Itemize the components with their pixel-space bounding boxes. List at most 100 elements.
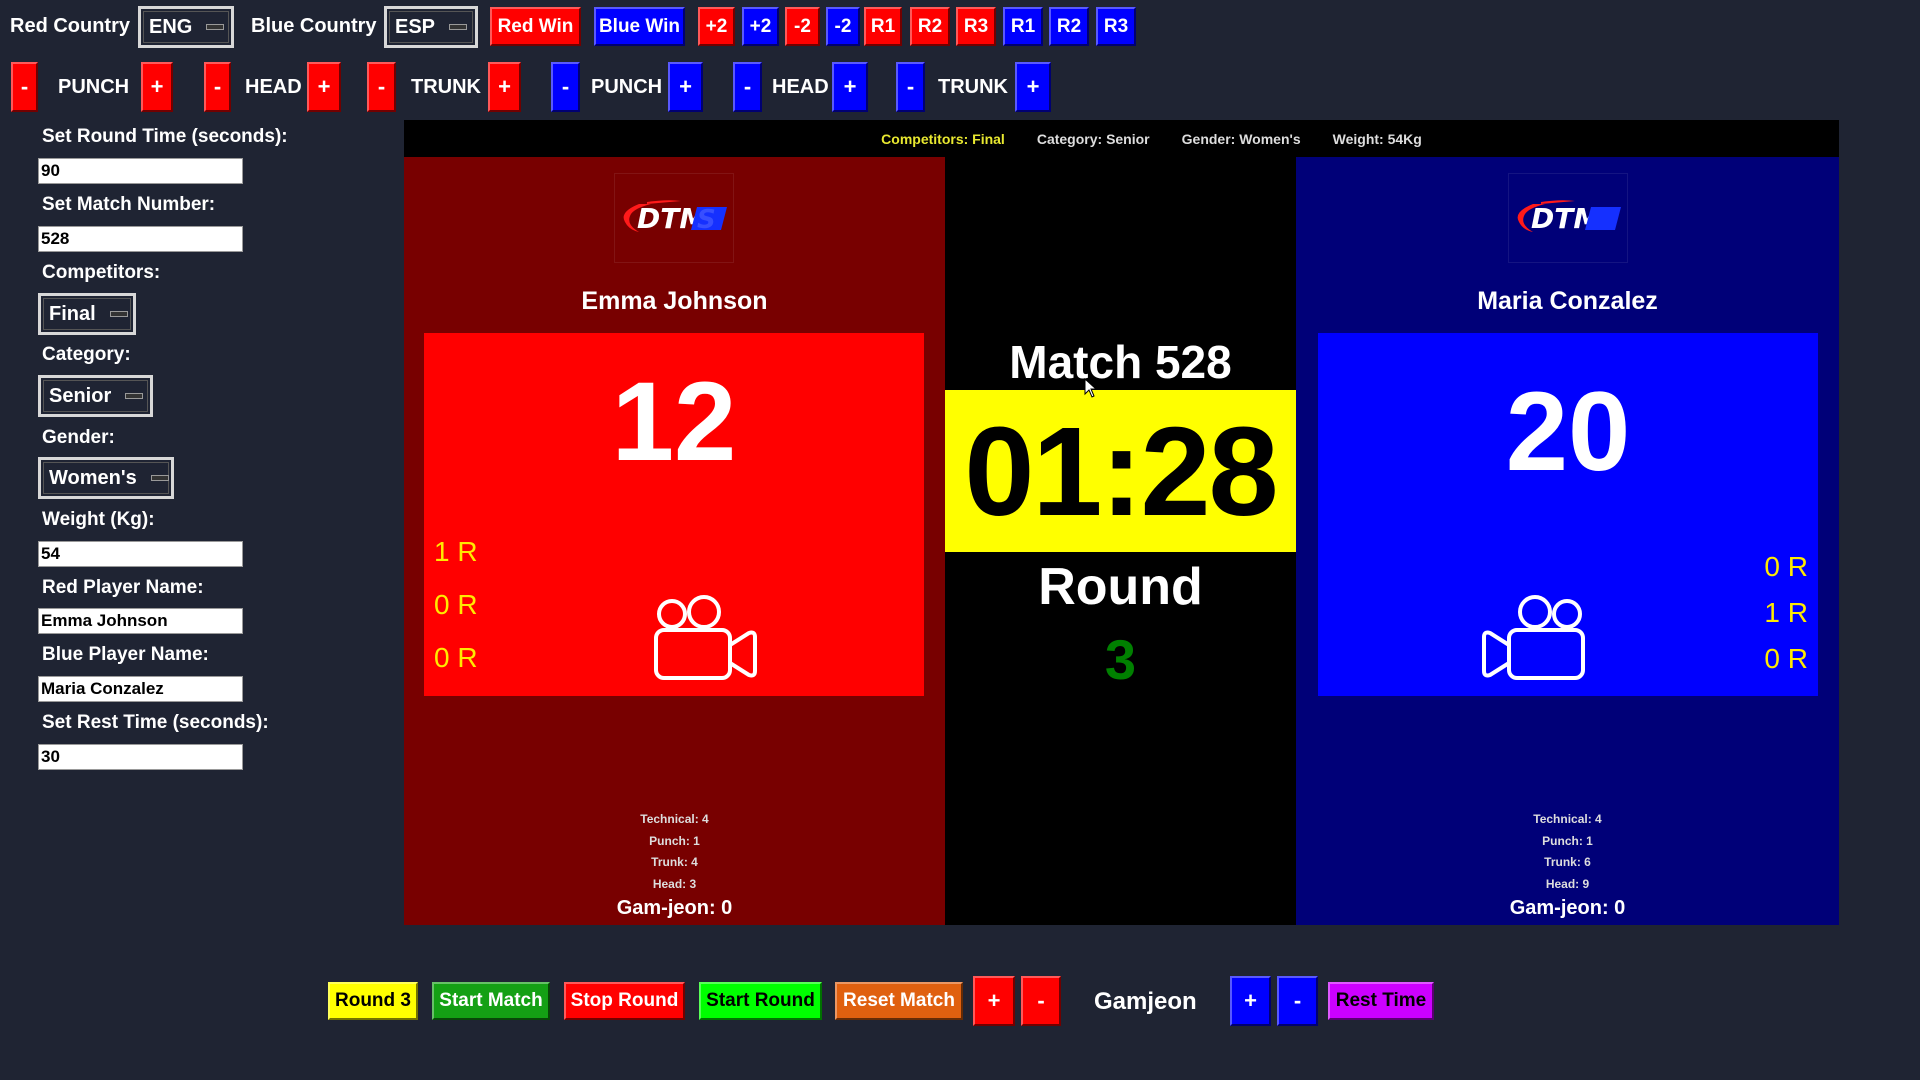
blue-country-value: ESP xyxy=(395,15,436,38)
red-player-name-input[interactable] xyxy=(38,608,243,634)
red-round2-button[interactable]: R2 xyxy=(910,7,950,46)
match-title: Match 528 xyxy=(1009,336,1232,388)
blue-win-button[interactable]: Blue Win xyxy=(594,7,685,46)
match-timer: 01:28 xyxy=(945,390,1296,552)
gamjeon-label: Gamjeon xyxy=(1094,988,1197,1015)
red-technical: Technical: 4 xyxy=(640,812,709,826)
red-trunk: Trunk: 4 xyxy=(651,855,698,869)
blue-minus2-button[interactable]: -2 xyxy=(826,7,860,46)
start-round-button[interactable]: Start Round xyxy=(699,982,822,1020)
red-trunk-minus-button[interactable]: - xyxy=(367,62,396,112)
red-plus2-button[interactable]: +2 xyxy=(698,7,735,46)
red-round-wins: 1 R 0 R 0 R xyxy=(434,525,478,684)
blue-round-wins: 0 R 1 R 0 R xyxy=(1764,544,1808,682)
red-head-plus-button[interactable]: + xyxy=(307,62,341,112)
svg-text:S: S xyxy=(697,205,716,235)
blue-round-3-indicator: 0 R xyxy=(1764,643,1808,674)
blue-round-1-indicator: 0 R xyxy=(1764,551,1808,582)
mouse-cursor-icon xyxy=(1084,378,1098,398)
rest-time-label: Set Rest Time (seconds): xyxy=(42,712,269,733)
blue-head-minus-button[interactable]: - xyxy=(733,62,762,112)
blue-round1-button[interactable]: R1 xyxy=(1003,7,1043,46)
blue-gamjeon: Gam-jeon: 0 xyxy=(1509,897,1626,919)
red-score: 12 xyxy=(611,359,737,484)
blue-head-label: HEAD xyxy=(772,76,829,98)
blue-trunk-minus-button[interactable]: - xyxy=(896,62,925,112)
red-head: Head: 3 xyxy=(652,876,697,891)
dropdown-indicator-icon xyxy=(109,311,128,317)
blue-trunk-label: TRUNK xyxy=(938,76,1008,98)
competitors-value: Final xyxy=(49,302,96,325)
blue-punch: Punch: 1 xyxy=(1542,833,1593,848)
timer-panel: Match 528 01:28 Round 3 xyxy=(945,157,1296,925)
blue-punch-minus-button[interactable]: - xyxy=(551,62,580,112)
dtms-logo: DTM xyxy=(1508,173,1628,263)
red-win-button[interactable]: Red Win xyxy=(490,7,581,46)
blue-stats: Technical: 4 Punch: 1 Trunk: 6 Head: 9 xyxy=(1296,809,1839,895)
blue-score-box: 20 0 R 1 R 0 R xyxy=(1318,333,1818,696)
blue-country-label: Blue Country xyxy=(251,15,377,37)
red-head-minus-button[interactable]: - xyxy=(204,62,231,112)
blue-punch-label: PUNCH xyxy=(591,76,663,98)
competitors-select[interactable]: Final xyxy=(38,293,136,335)
blue-gamjeon-plus-button[interactable]: + xyxy=(1230,976,1271,1026)
rest-time-button[interactable]: Rest Time xyxy=(1328,982,1434,1020)
red-round-1-indicator: 1 R xyxy=(434,536,478,567)
gender-label: Gender: xyxy=(42,427,115,448)
red-country-label: Red Country xyxy=(10,15,130,37)
rest-time-input[interactable] xyxy=(38,744,243,770)
dtms-logo: DTM S xyxy=(614,173,734,263)
red-round3-button[interactable]: R3 xyxy=(956,7,996,46)
blue-round3-button[interactable]: R3 xyxy=(1096,7,1136,46)
video-camera-icon[interactable] xyxy=(1480,595,1586,681)
category-value: Senior xyxy=(49,384,112,407)
blue-head-plus-button[interactable]: + xyxy=(832,62,868,112)
red-trunk-plus-button[interactable]: + xyxy=(488,62,521,112)
blue-score: 20 xyxy=(1505,369,1631,494)
blue-gamjeon-minus-button[interactable]: - xyxy=(1277,976,1318,1026)
round-indicator-button[interactable]: Round 3 xyxy=(328,982,418,1020)
red-gamjeon-plus-button[interactable]: + xyxy=(973,976,1015,1026)
dtms-logo-icon: DTM S xyxy=(623,200,727,235)
gender-value: Women's xyxy=(49,466,137,489)
red-punch-minus-button[interactable]: - xyxy=(11,62,38,112)
blue-technical: Technical: 4 xyxy=(1533,812,1602,826)
info-competitors: Competitors: Final xyxy=(881,130,1005,147)
red-gamjeon: Gam-jeon: 0 xyxy=(616,897,733,919)
match-number-label: Set Match Number: xyxy=(42,194,216,215)
red-round1-button[interactable]: R1 xyxy=(864,7,902,46)
video-camera-icon[interactable] xyxy=(653,595,759,681)
red-punch-plus-button[interactable]: + xyxy=(141,62,173,112)
red-country-value: ENG xyxy=(149,15,193,38)
gender-select[interactable]: Women's xyxy=(38,457,174,499)
weight-label: Weight (Kg): xyxy=(42,509,155,530)
blue-competitor-panel: DTM Maria Conzalez 20 0 R 1 R 0 R Techni… xyxy=(1296,157,1839,925)
blue-player-name-label: Blue Player Name: xyxy=(42,644,209,665)
info-weight: Weight: 54Kg xyxy=(1332,130,1422,147)
reset-match-button[interactable]: Reset Match xyxy=(835,982,963,1020)
scoreboard: Competitors: Final Category: Senior Gend… xyxy=(404,120,1839,925)
category-label: Category: xyxy=(42,344,131,365)
category-select[interactable]: Senior xyxy=(38,375,153,417)
blue-plus2-button[interactable]: +2 xyxy=(742,7,779,46)
red-gamjeon-minus-button[interactable]: - xyxy=(1021,976,1061,1026)
blue-player-name-input[interactable] xyxy=(38,676,243,702)
weight-input[interactable] xyxy=(38,541,243,567)
blue-round2-button[interactable]: R2 xyxy=(1049,7,1089,46)
match-number-input[interactable] xyxy=(38,226,243,252)
competitors-label: Competitors: xyxy=(42,262,161,283)
blue-trunk-plus-button[interactable]: + xyxy=(1015,62,1051,112)
start-match-button[interactable]: Start Match xyxy=(432,982,550,1020)
red-player-name: Emma Johnson xyxy=(581,287,768,315)
dropdown-indicator-icon xyxy=(206,24,225,30)
dropdown-indicator-icon xyxy=(449,24,468,30)
stop-round-button[interactable]: Stop Round xyxy=(564,982,685,1020)
blue-country-select[interactable]: ESP xyxy=(384,6,478,48)
round-time-input[interactable] xyxy=(38,158,243,184)
red-head-label: HEAD xyxy=(245,76,302,98)
red-country-select[interactable]: ENG xyxy=(138,6,234,48)
red-minus2-button[interactable]: -2 xyxy=(785,7,820,46)
match-info-bar: Competitors: Final Category: Senior Gend… xyxy=(404,120,1839,157)
blue-punch-plus-button[interactable]: + xyxy=(668,62,703,112)
info-category: Category: Senior xyxy=(1036,130,1150,147)
